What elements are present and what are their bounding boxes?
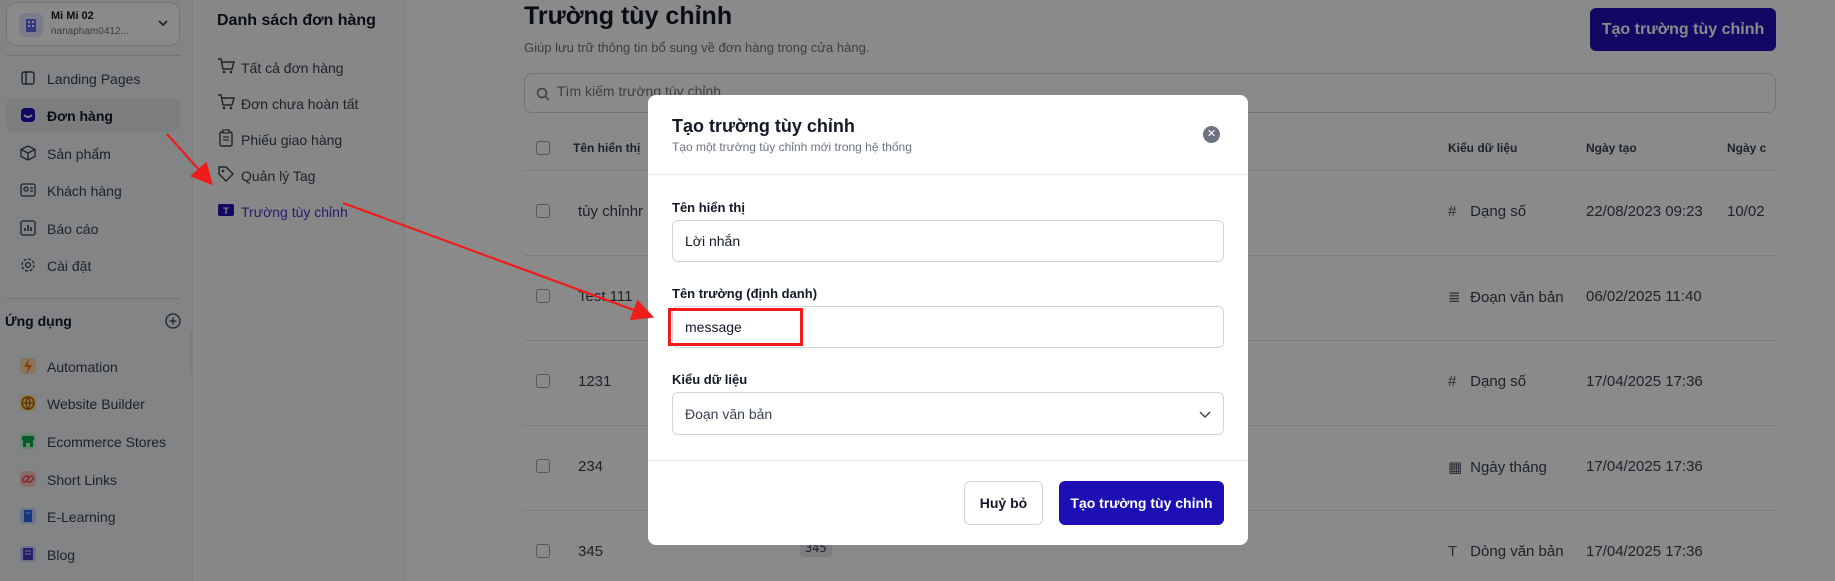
- annotation-arrows: [166, 133, 655, 321]
- annotation-arrow: [166, 133, 213, 186]
- annotation-arrow: [342, 201, 655, 321]
